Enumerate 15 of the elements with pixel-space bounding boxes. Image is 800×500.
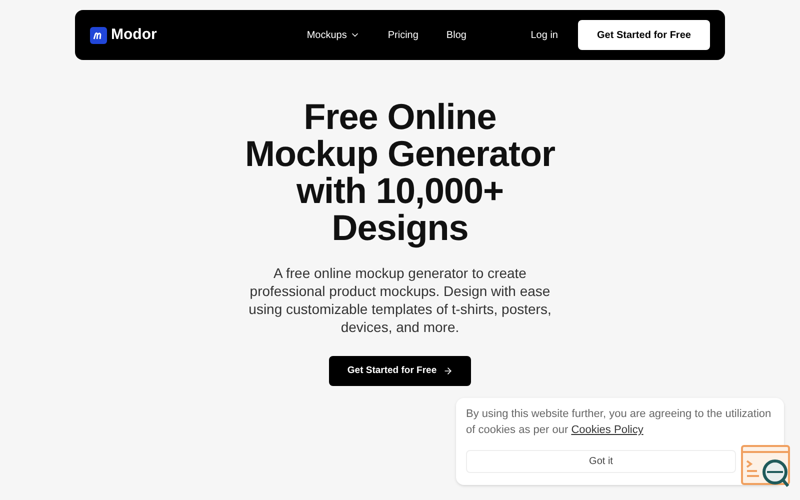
nav-link[interactable]: Pricing <box>388 28 418 42</box>
browser-search-icon <box>741 445 793 490</box>
nav-link[interactable]: Mockups <box>306 28 360 42</box>
login-link[interactable]: Log in <box>530 28 558 42</box>
nav-link[interactable]: Blog <box>446 28 466 42</box>
cookies-policy-link[interactable]: Cookies Policy <box>571 424 644 436</box>
cookie-message: By using this website further, you are agreeing to the utilization of cookies as per our Cookies Policy <box>466 407 772 438</box>
brand-name: Modor <box>111 24 157 45</box>
hero-title: Free Online Mockup Generator with 10,000+ Designs <box>244 98 556 246</box>
logo-icon <box>90 26 107 44</box>
hero-cta-button[interactable]: Get Started for Free <box>329 356 471 386</box>
arrow-right-icon <box>442 366 453 376</box>
got-it-button[interactable]: Got it <box>466 450 736 473</box>
hero-subtitle: A free online mockup generator to create professional product mockups. Design with ease using customizable templates of t-shirts, posters, devices, and more. <box>248 264 552 336</box>
get-started-button[interactable]: Get Started for Free <box>578 20 710 50</box>
